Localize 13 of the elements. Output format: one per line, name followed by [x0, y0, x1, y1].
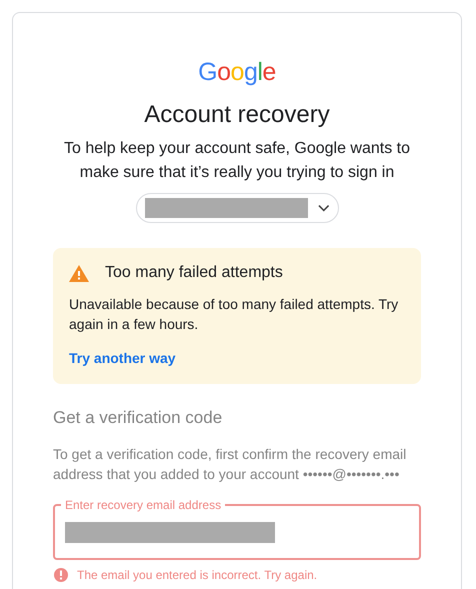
subtitle: To help keep your account safe, Google wants to make sure that it’s really you trying to sign in — [63, 139, 411, 183]
section-heading: Get a verification code — [53, 407, 224, 429]
warning-icon — [69, 264, 89, 282]
try-another-way-link[interactable]: Try another way — [69, 350, 176, 366]
section-description: To get a verification code, first confirm the recovery email address that you added to your account ••••••@•••••••.••• — [53, 445, 408, 484]
error-icon — [53, 567, 69, 583]
account-chip[interactable] — [136, 193, 338, 223]
error-message: The email you entered is incorrect. Try again. — [77, 568, 318, 582]
logo: Google — [198, 57, 276, 87]
page-title: Account recovery — [144, 100, 330, 130]
alert-message: Unavailable because of too many failed attempts. Try again in a few hours. — [69, 295, 400, 334]
alert-title: Too many failed attempts — [105, 264, 283, 282]
chevron-down-icon — [318, 204, 330, 212]
